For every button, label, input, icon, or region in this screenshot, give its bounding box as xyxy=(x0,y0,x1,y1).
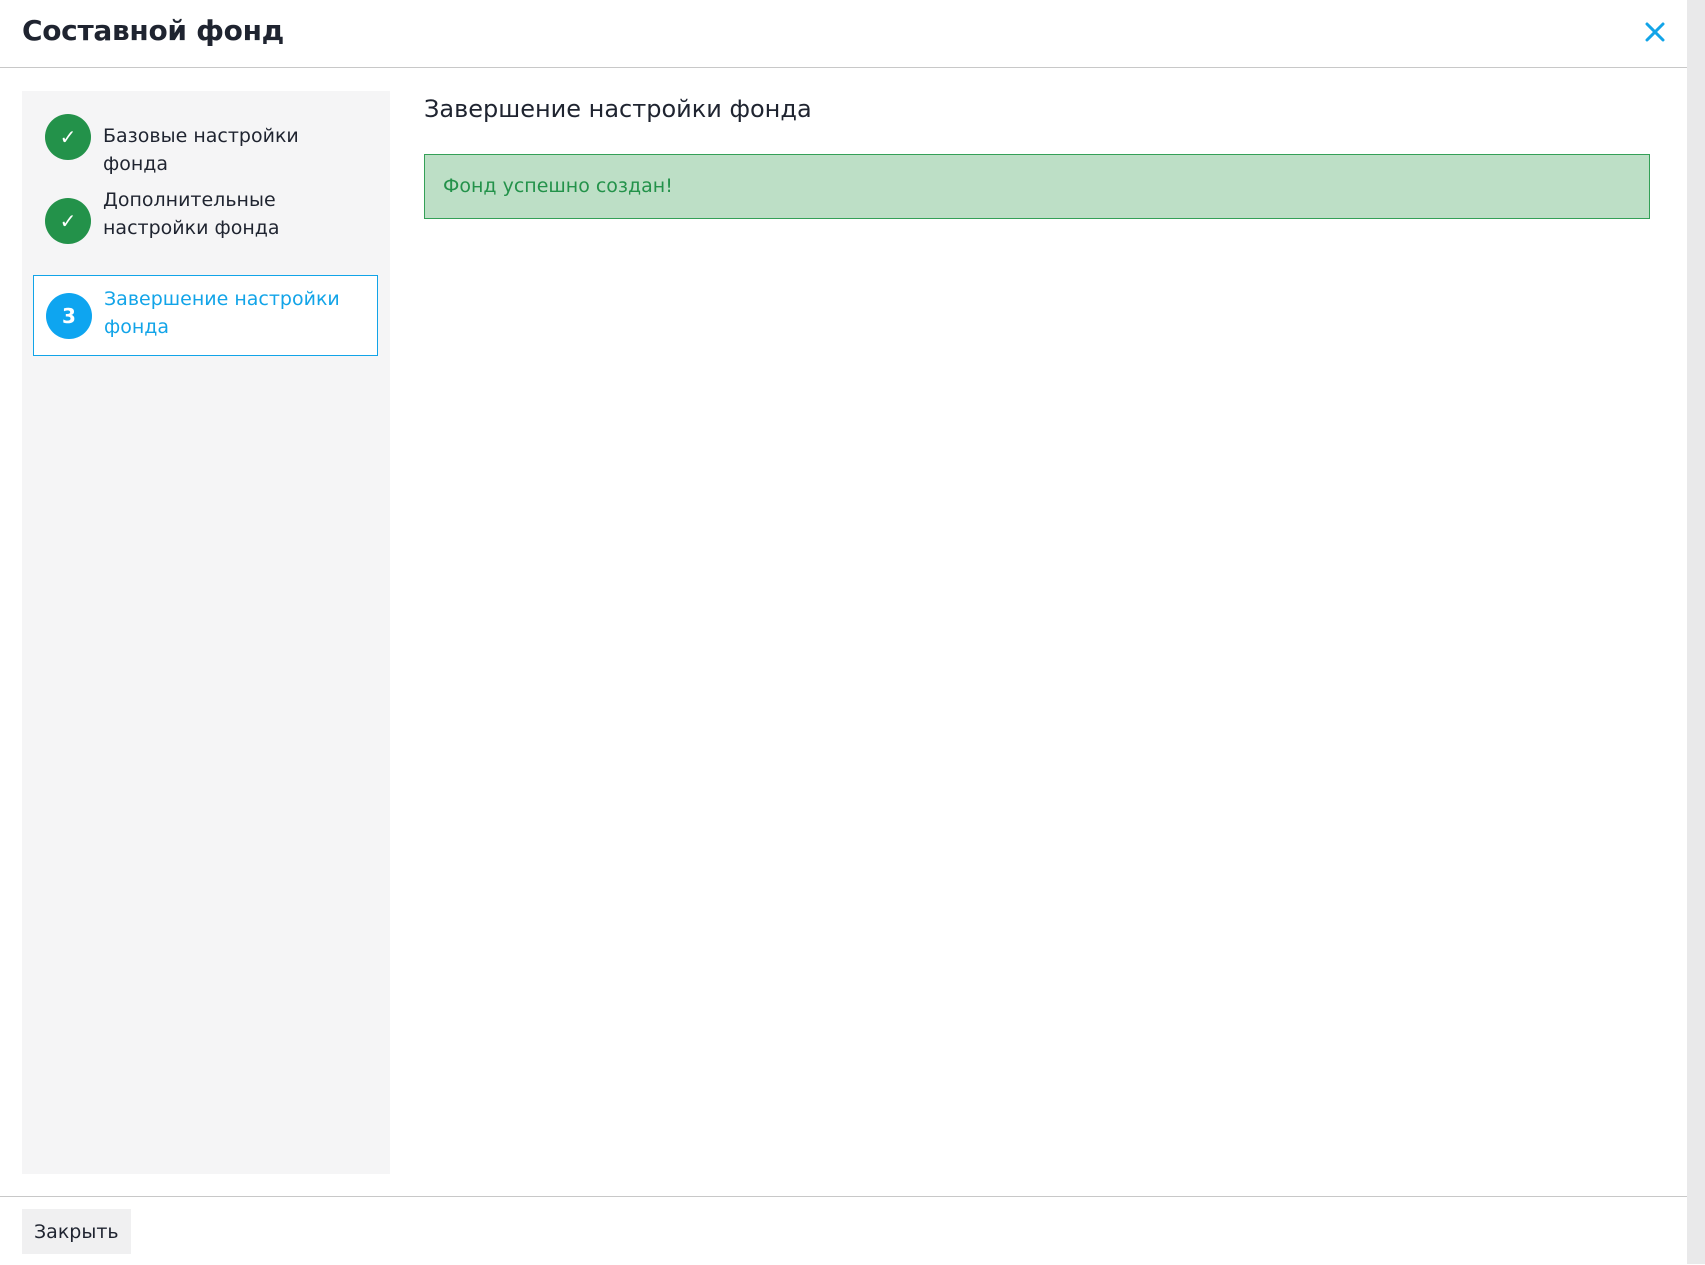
content-title: Завершение настройки фонда xyxy=(424,95,812,123)
page-edge xyxy=(1687,0,1705,1264)
close-icon[interactable] xyxy=(1640,17,1670,47)
step-label: Завершение настройки фонда xyxy=(104,288,340,338)
step-number-badge: 3 xyxy=(46,293,92,339)
success-message: Фонд успешно создан! xyxy=(443,175,673,197)
step-finish-settings[interactable]: 3 Завершение настройки фонда xyxy=(33,275,378,356)
modal-header: Составной фонд xyxy=(0,0,1687,68)
checkmark-icon: ✓ xyxy=(45,198,91,244)
steps-sidebar: ✓ Базовые настройки фонда ✓ Дополнительн… xyxy=(22,91,390,1174)
modal-footer: Закрыть xyxy=(0,1196,1687,1265)
step-basic-settings[interactable]: ✓ Базовые настройки фонда xyxy=(33,103,378,175)
checkmark-icon: ✓ xyxy=(45,114,91,160)
modal-dialog: Составной фонд ✓ Базовые настройки фонда… xyxy=(0,0,1687,1264)
step-label: Дополнительные настройки фонда xyxy=(103,189,280,239)
step-label: Базовые настройки фонда xyxy=(103,125,299,175)
step-additional-settings[interactable]: ✓ Дополнительные настройки фонда xyxy=(33,181,378,261)
modal-title: Составной фонд xyxy=(22,14,284,47)
success-alert: Фонд успешно создан! xyxy=(424,154,1650,219)
close-button[interactable]: Закрыть xyxy=(22,1209,131,1254)
